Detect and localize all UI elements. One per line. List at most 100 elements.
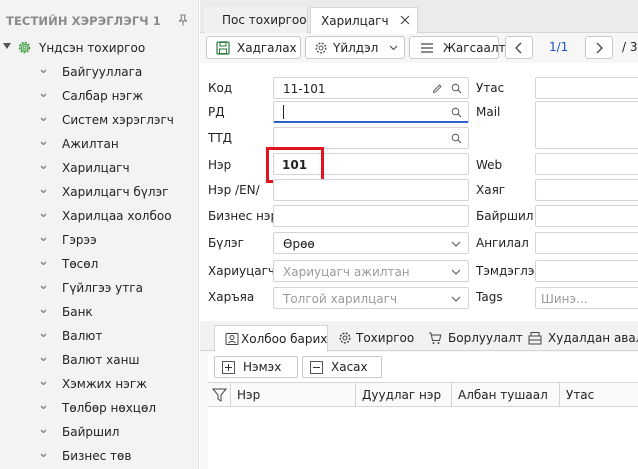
sidebar-item-communication[interactable]: Харилцаа холбоо	[0, 206, 198, 226]
sidebar-item-customer[interactable]: Харилцагч	[0, 158, 198, 178]
sidebar-item-contract[interactable]: Гэрээ	[0, 230, 198, 250]
parent-select[interactable]: Толгой харилцагч	[273, 287, 469, 309]
customer-form: Код 11-101 РД ТТД Нэр 101 Нэр /EN/ Бизне…	[200, 63, 638, 321]
delete-label: Хасах	[331, 360, 368, 374]
registry-number-field[interactable]	[273, 101, 469, 123]
sidebar-item-label: Салбар нэгж	[62, 89, 144, 103]
sidebar-item-customer-group[interactable]: Харилцагч бүлэг	[0, 182, 198, 202]
chevron-down-icon	[40, 453, 47, 458]
web-label: Web	[476, 158, 503, 172]
close-icon[interactable]	[399, 14, 411, 26]
search-icon[interactable]	[451, 83, 462, 94]
mail-field[interactable]	[535, 101, 638, 149]
sidebar: ТЕСТИЙН ХЭРЭГЛЭГЧ 1 Үндсэн тохиргоо Байг…	[0, 0, 199, 469]
filter-icon[interactable]	[212, 388, 227, 402]
column-label: Нэр	[237, 388, 261, 402]
sidebar-item-business-center[interactable]: Бизнес төв	[0, 446, 198, 466]
sidebar-item-system-user[interactable]: Систем хэрэглэгч	[0, 110, 198, 130]
search-icon[interactable]	[451, 107, 462, 118]
text-caret	[283, 105, 284, 119]
document-tabs: Пос тохиргоо Харилцагч	[200, 0, 638, 34]
column-label: Албан тушаал	[458, 388, 548, 402]
code-field[interactable]: 11-101	[273, 77, 469, 99]
location-label: Байршил	[476, 209, 534, 223]
tab-label: Холбоо барих	[241, 332, 328, 346]
sidebar-item-label: Харилцаа холбоо	[62, 209, 172, 223]
delete-button[interactable]: Хасах	[302, 356, 382, 378]
register-icon	[528, 332, 542, 345]
name-en-field[interactable]	[273, 179, 469, 201]
responsible-label: Хариуцагч	[208, 264, 276, 278]
tab-customer[interactable]: Харилцагч	[310, 7, 418, 34]
action-dropdown-button[interactable]: Үйлдэл	[305, 36, 405, 59]
tab-settings[interactable]: Тохиргоо	[332, 325, 420, 351]
sidebar-item-label: Систем хэрэглэгч	[62, 113, 174, 127]
add-button[interactable]: Нэмэх	[214, 356, 298, 378]
tax-id-field[interactable]	[273, 127, 469, 149]
contact-card-icon	[225, 333, 239, 345]
prev-page-button[interactable]	[505, 36, 533, 59]
sidebar-item-label: Ажилтан	[62, 137, 119, 151]
tab-pos-settings[interactable]: Пос тохиргоо	[204, 7, 308, 33]
sidebar-item-transaction-meaning[interactable]: Гүйлгээ утга	[0, 278, 198, 298]
parent-label: Харъяа	[208, 290, 255, 304]
gear-icon	[315, 42, 327, 54]
tab-sales[interactable]: Борлуулалт	[422, 325, 523, 351]
chevron-down-icon	[40, 189, 47, 194]
list-button[interactable]: Жагсаалт	[409, 36, 506, 59]
phone-label: Утас	[476, 81, 505, 95]
note-field[interactable]	[535, 260, 638, 282]
column-header-nickname[interactable]: Дуудлаг нэр	[355, 383, 451, 407]
main-panel: Пос тохиргоо Харилцагч Хадгалах Үйлдэл Ж…	[200, 0, 638, 469]
sidebar-item-unit[interactable]: Хэмжих нэгж	[0, 374, 198, 394]
tags-field[interactable]: Шинэ...	[535, 287, 638, 309]
gear-icon	[18, 41, 31, 54]
sidebar-item-location[interactable]: Байршил	[0, 422, 198, 442]
sidebar-item-payment-terms[interactable]: Төлбөр нөхцөл	[0, 398, 198, 418]
sidebar-item-employee[interactable]: Ажилтан	[0, 134, 198, 154]
column-header-name[interactable]: Нэр	[230, 383, 355, 407]
code-label: Код	[208, 81, 233, 95]
sidebar-item-exchange-rate[interactable]: Валют ханш	[0, 350, 198, 370]
chevron-down-icon	[451, 296, 461, 302]
sidebar-item-label: Валют	[62, 329, 103, 343]
sidebar-item-label: Харилцагч бүлэг	[62, 185, 169, 199]
expand-triangle-icon[interactable]	[3, 43, 11, 49]
sidebar-title: ТЕСТИЙН ХЭРЭГЛЭГЧ 1	[6, 14, 161, 28]
web-field[interactable]	[535, 153, 638, 175]
sidebar-item-label: Байршил	[62, 425, 120, 439]
phone-field[interactable]	[535, 77, 638, 99]
pin-icon[interactable]	[177, 14, 189, 26]
detail-tabs: Холбоо барих Тохиргоо Борлуулалт Худалда…	[200, 321, 638, 352]
column-header-position[interactable]: Албан тушаал	[451, 383, 559, 407]
tab-label: Борлуулалт	[448, 331, 523, 345]
sidebar-item-currency[interactable]: Валют	[0, 326, 198, 346]
chevron-down-icon	[40, 285, 47, 290]
tab-label: Пос тохиргоо	[222, 13, 307, 27]
sidebar-item-label: Бизнес төв	[62, 449, 132, 463]
next-page-button[interactable]	[585, 36, 613, 59]
tab-purchases[interactable]: Худалдан авалт	[524, 325, 638, 351]
sidebar-item-bank[interactable]: Банк	[0, 302, 198, 322]
category-field[interactable]	[535, 232, 638, 254]
list-label: Жагсаалт	[443, 41, 506, 55]
sidebar-item-organization[interactable]: Байгууллага	[0, 62, 198, 82]
responsible-select[interactable]: Хариуцагч ажилтан	[273, 260, 469, 282]
search-icon[interactable]	[451, 133, 462, 144]
tree-root-settings[interactable]: Үндсэн тохиргоо	[0, 38, 198, 58]
business-name-field[interactable]	[273, 205, 469, 227]
contacts-grid: Нэр Дуудлаг нэр Албан тушаал Утас	[208, 382, 638, 469]
pencil-icon[interactable]	[432, 83, 443, 94]
group-select[interactable]: Өрөө	[273, 232, 469, 254]
sidebar-item-branch[interactable]: Салбар нэгж	[0, 86, 198, 106]
tab-contacts[interactable]: Холбоо барих	[214, 325, 328, 352]
address-field[interactable]	[535, 179, 638, 201]
location-field[interactable]	[535, 205, 638, 227]
sidebar-item-project[interactable]: Төсөл	[0, 254, 198, 274]
chevron-down-icon	[40, 93, 47, 98]
save-button[interactable]: Хадгалах	[206, 36, 301, 59]
responsible-placeholder: Хариуцагч ажилтан	[283, 265, 410, 279]
list-icon	[421, 43, 433, 53]
column-header-phone[interactable]: Утас	[559, 383, 638, 407]
name-label: Нэр	[208, 158, 232, 172]
